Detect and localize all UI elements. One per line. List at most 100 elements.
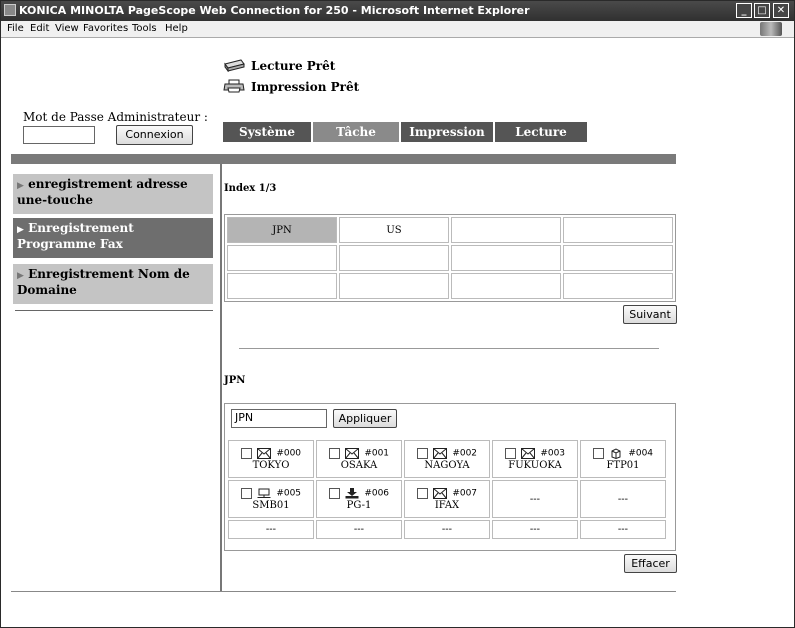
destination-checkbox[interactable] bbox=[328, 487, 340, 499]
index-title: Index 1/3 bbox=[224, 183, 277, 194]
destination-table: #000 TOKYO #001 OSAKA #002 NAGOYA #003 F… bbox=[226, 438, 668, 541]
destination-name: IFAX bbox=[434, 499, 460, 511]
sidebar-item-fax-program[interactable]: ▶ Enregistrement Programme Fax bbox=[13, 218, 213, 258]
index-cell bbox=[451, 273, 561, 299]
mail-icon bbox=[433, 487, 448, 499]
menu-favorites[interactable]: Favorites bbox=[83, 23, 128, 34]
destination-name: NAGOYA bbox=[424, 459, 470, 471]
mail-icon bbox=[433, 447, 448, 459]
next-button[interactable]: Suivant bbox=[623, 305, 677, 324]
index-cell bbox=[451, 245, 561, 271]
destination-cell[interactable]: #007 IFAX bbox=[404, 480, 490, 518]
sidebar-item-label: enregistrement adresse une-touche bbox=[17, 177, 188, 207]
index-tab-us[interactable]: US bbox=[339, 217, 449, 243]
minimize-button[interactable]: _ bbox=[736, 3, 752, 18]
destination-cell[interactable]: #004 FTP01 bbox=[580, 440, 666, 478]
menu-view[interactable]: View bbox=[55, 23, 79, 34]
print-status-text: Impression Prêt bbox=[251, 80, 360, 94]
mail-icon bbox=[521, 447, 536, 459]
sidebar-item-label: Enregistrement Nom de Domaine bbox=[17, 267, 190, 297]
triangle-right-icon: ▶ bbox=[17, 181, 24, 191]
page-content: Lecture Prêt Impression Prêt Mot de Pass… bbox=[1, 38, 794, 627]
footer-line bbox=[11, 591, 676, 592]
tab-lecture[interactable]: Lecture bbox=[495, 122, 587, 142]
smb-icon bbox=[257, 488, 271, 498]
destination-number: #004 bbox=[628, 448, 654, 458]
destination-checkbox[interactable] bbox=[416, 487, 428, 499]
ftp-icon bbox=[611, 447, 621, 459]
destination-name: TOKYO bbox=[252, 459, 290, 471]
menu-bar: File Edit View Favorites Tools Help bbox=[1, 21, 794, 38]
sidebar-item-label: Enregistrement Programme Fax bbox=[17, 221, 134, 251]
destination-number: #007 bbox=[452, 488, 478, 498]
destination-checkbox[interactable] bbox=[416, 447, 428, 459]
tab-systeme[interactable]: Système bbox=[223, 122, 311, 142]
menu-edit[interactable]: Edit bbox=[30, 23, 49, 34]
tab-tache[interactable]: Tâche bbox=[313, 122, 399, 142]
destination-number: #005 bbox=[276, 488, 302, 498]
destination-number: #002 bbox=[452, 448, 478, 458]
destination-name: SMB01 bbox=[252, 499, 290, 511]
destination-cell[interactable]: #006 PG-1 bbox=[316, 480, 402, 518]
index-cell bbox=[563, 245, 673, 271]
menu-file[interactable]: File bbox=[7, 23, 24, 34]
destination-empty-cell: --- bbox=[316, 520, 402, 539]
destination-empty-cell: --- bbox=[492, 520, 578, 539]
destination-empty-cell: --- bbox=[580, 520, 666, 539]
login-button[interactable]: Connexion bbox=[116, 125, 193, 145]
destination-number: #000 bbox=[276, 448, 302, 458]
sidebar-item-domain-name[interactable]: ▶ Enregistrement Nom de Domaine bbox=[13, 264, 213, 304]
group-name-input[interactable]: JPN bbox=[231, 409, 327, 428]
triangle-right-icon: ▶ bbox=[17, 225, 24, 235]
index-cell bbox=[563, 217, 673, 243]
triangle-right-icon: ▶ bbox=[17, 271, 24, 281]
destination-number: #003 bbox=[540, 448, 566, 458]
ie-icon bbox=[4, 4, 16, 16]
window-title: KONICA MINOLTA PageScope Web Connection … bbox=[19, 4, 530, 17]
printer-icon bbox=[223, 79, 245, 93]
tab-impression[interactable]: Impression bbox=[401, 122, 493, 142]
mail-icon bbox=[257, 447, 272, 459]
admin-password-input[interactable] bbox=[23, 126, 95, 144]
admin-password-label: Mot de Passe Administrateur : bbox=[23, 110, 208, 124]
destination-checkbox[interactable] bbox=[240, 487, 252, 499]
index-cell bbox=[227, 273, 337, 299]
menu-tools[interactable]: Tools bbox=[132, 23, 157, 34]
header-divider-bar bbox=[11, 154, 676, 164]
sidebar-item-one-touch[interactable]: ▶ enregistrement adresse une-touche bbox=[13, 174, 213, 214]
section-separator bbox=[239, 348, 659, 349]
sidebar-divider bbox=[220, 164, 222, 591]
index-cell bbox=[227, 245, 337, 271]
destination-empty-cell: --- bbox=[580, 480, 666, 518]
index-table: JPN US bbox=[224, 214, 676, 302]
destination-cell[interactable]: #001 OSAKA bbox=[316, 440, 402, 478]
destination-empty-cell: --- bbox=[492, 480, 578, 518]
destination-number: #006 bbox=[364, 488, 390, 498]
destination-cell[interactable]: #002 NAGOYA bbox=[404, 440, 490, 478]
destination-cell[interactable]: #000 TOKYO bbox=[228, 440, 314, 478]
browser-window: KONICA MINOLTA PageScope Web Connection … bbox=[0, 0, 795, 628]
destination-checkbox[interactable] bbox=[240, 447, 252, 459]
destination-name: PG-1 bbox=[346, 499, 372, 511]
sidebar-bottom-line bbox=[15, 310, 213, 311]
program-icon bbox=[345, 487, 359, 498]
destination-checkbox[interactable] bbox=[328, 447, 340, 459]
destination-name: FUKUOKA bbox=[508, 459, 562, 471]
index-cell bbox=[339, 273, 449, 299]
apply-button[interactable]: Appliquer bbox=[333, 409, 397, 428]
destination-cell[interactable]: #005 SMB01 bbox=[228, 480, 314, 518]
menu-help[interactable]: Help bbox=[165, 23, 188, 34]
destination-checkbox[interactable] bbox=[504, 447, 516, 459]
destination-empty-cell: --- bbox=[404, 520, 490, 539]
destination-cell[interactable]: #003 FUKUOKA bbox=[492, 440, 578, 478]
mail-icon bbox=[345, 447, 360, 459]
close-button[interactable]: ✕ bbox=[773, 3, 789, 18]
scanner-icon bbox=[224, 59, 245, 72]
destination-checkbox[interactable] bbox=[592, 447, 604, 459]
index-tab-jpn[interactable]: JPN bbox=[227, 217, 337, 243]
destination-name: OSAKA bbox=[340, 459, 378, 471]
scan-status-text: Lecture Prêt bbox=[251, 59, 336, 73]
maximize-button[interactable]: □ bbox=[754, 3, 770, 18]
clear-button[interactable]: Effacer bbox=[624, 554, 677, 573]
windows-logo-icon bbox=[760, 22, 782, 36]
